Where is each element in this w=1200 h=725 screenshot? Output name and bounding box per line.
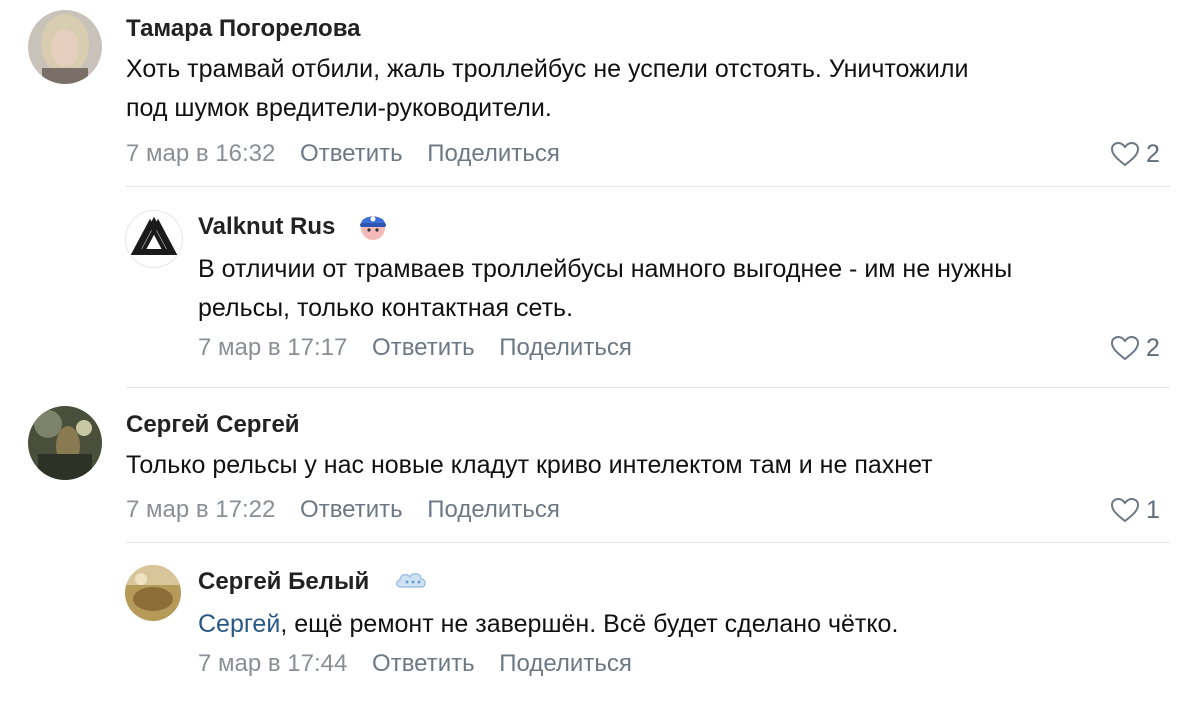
comment-author[interactable]: Сергей Белый (198, 567, 369, 597)
comment-text-line: Только рельсы у нас новые кладут криво и… (126, 451, 933, 479)
avatar-photo (28, 10, 102, 84)
divider (126, 186, 1170, 187)
comment-date[interactable]: 7 мар в 17:22 (126, 495, 275, 525)
comment-meta: 7 мар в 16:32 Ответить Поделиться (126, 139, 560, 169)
comment-meta: 7 мар в 17:17 Ответить Поделиться (198, 333, 632, 363)
comment-text-line: под шумок вредители-руководители. (126, 94, 552, 122)
comment-meta: 7 мар в 17:44 Ответить Поделиться (198, 649, 632, 679)
like-button[interactable]: 2 (1110, 139, 1160, 169)
comment-text-line: рельсы, только контактная сеть. (198, 294, 574, 322)
reply-button[interactable]: Ответить (300, 139, 403, 169)
avatar[interactable] (28, 10, 102, 84)
comment-text: В отличии от трамваев троллейбусы намног… (198, 250, 1188, 328)
comment-date[interactable]: 7 мар в 17:17 (198, 333, 347, 363)
like-count: 1 (1146, 496, 1160, 524)
divider (126, 542, 1170, 543)
comment-text: Хоть трамвай отбили, жаль троллейбус не … (126, 50, 1186, 128)
cloud-badge-icon (393, 567, 429, 598)
reply-comment: Сергей Белый Сергей, ещё ремонт не завер… (0, 545, 1200, 725)
comment-text-line: Хоть трамвай отбили, жаль троллейбус не … (126, 55, 969, 83)
divider (126, 387, 1170, 388)
comment-author[interactable]: Сергей Сергей (126, 410, 300, 440)
mention-link[interactable]: Сергей (198, 610, 280, 638)
reply-button[interactable]: Ответить (372, 649, 475, 679)
cap-badge-icon (356, 208, 390, 247)
like-count: 2 (1146, 334, 1160, 362)
heart-icon (1110, 335, 1140, 361)
comment-author[interactable]: Valknut Rus (198, 212, 335, 242)
avatar[interactable] (28, 406, 102, 480)
reply-button[interactable]: Ответить (372, 333, 475, 363)
valknut-avatar-icon (126, 211, 182, 267)
share-button[interactable]: Поделиться (499, 333, 632, 363)
share-button[interactable]: Поделиться (499, 649, 632, 679)
reply-button[interactable]: Ответить (300, 495, 403, 525)
comment-text-line: , ещё ремонт не завершён. Всё будет сдел… (280, 610, 899, 638)
avatar-photo (125, 565, 181, 621)
comment-meta: 7 мар в 17:22 Ответить Поделиться (126, 495, 560, 525)
comment-author[interactable]: Тамара Погорелова (126, 14, 361, 44)
comment-text-line: В отличии от трамваев троллейбусы намног… (198, 255, 1013, 283)
share-button[interactable]: Поделиться (427, 495, 560, 525)
like-button[interactable]: 1 (1110, 495, 1160, 525)
avatar[interactable] (125, 210, 183, 268)
avatar-photo (28, 406, 102, 480)
comment-date[interactable]: 7 мар в 16:32 (126, 139, 275, 169)
avatar[interactable] (125, 565, 181, 621)
comment-text: Сергей, ещё ремонт не завершён. Всё буде… (198, 605, 1188, 644)
comment: Тамара Погорелова Хоть трамвай отбили, ж… (0, 0, 1200, 190)
comment-text: Только рельсы у нас новые кладут криво и… (126, 446, 1186, 485)
reply-comment: Valknut Rus В отличии от трамваев тролле… (0, 190, 1200, 390)
share-button[interactable]: Поделиться (427, 139, 560, 169)
heart-icon (1110, 141, 1140, 167)
like-button[interactable]: 2 (1110, 333, 1160, 363)
heart-icon (1110, 497, 1140, 523)
comment-date[interactable]: 7 мар в 17:44 (198, 649, 347, 679)
like-count: 2 (1146, 140, 1160, 168)
comment: Сергей Сергей Только рельсы у нас новые … (0, 390, 1200, 545)
